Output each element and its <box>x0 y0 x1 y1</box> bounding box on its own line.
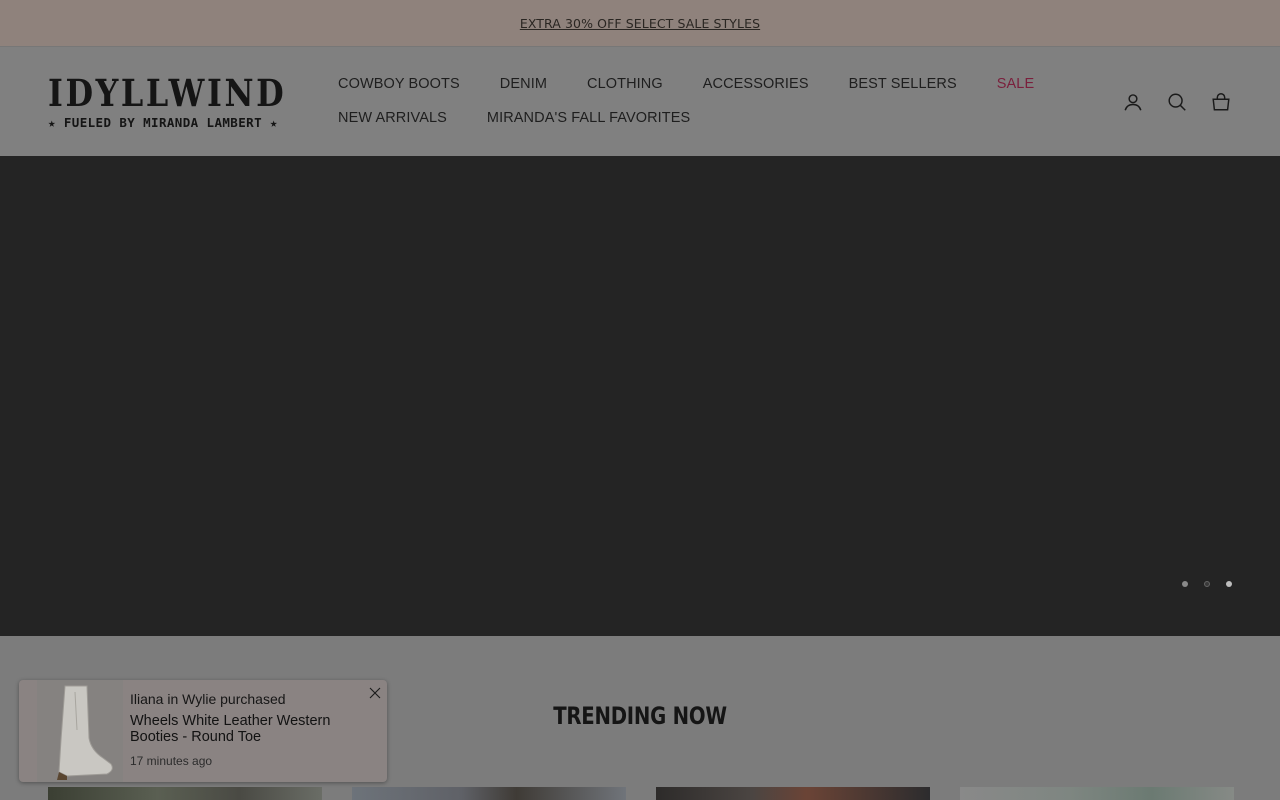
product-card[interactable] <box>352 787 626 800</box>
announcement-bar: EXTRA 30% OFF SELECT SALE STYLES <box>0 0 1280 46</box>
nav-row-secondary: NEW ARRIVALS MIRANDA'S FALL FAVORITES <box>338 110 730 126</box>
close-icon[interactable] <box>369 686 381 699</box>
nav-row-primary: COWBOY BOOTS DENIM CLOTHING ACCESSORIES … <box>338 76 1074 92</box>
product-card[interactable] <box>960 787 1234 800</box>
account-icon[interactable] <box>1122 91 1144 113</box>
product-card[interactable] <box>48 787 322 800</box>
logo-wordmark: IDYLLWIND <box>48 71 287 115</box>
nav-item-clothing[interactable]: CLOTHING <box>587 76 663 92</box>
carousel-dots <box>1182 581 1232 587</box>
announcement-link[interactable]: EXTRA 30% OFF SELECT SALE STYLES <box>520 16 760 31</box>
carousel-dot-2[interactable] <box>1204 581 1210 587</box>
carousel-dot-3[interactable] <box>1226 581 1232 587</box>
product-card[interactable] <box>656 787 930 800</box>
nav-item-best-sellers[interactable]: BEST SELLERS <box>849 76 957 92</box>
nav-item-sale[interactable]: SALE <box>997 76 1034 92</box>
hero-slideshow[interactable] <box>0 156 1280 636</box>
logo-tagline: ★ FUELED BY MIRANDA LAMBERT ★ <box>48 115 278 130</box>
nav-item-accessories[interactable]: ACCESSORIES <box>703 76 809 92</box>
nav-item-denim[interactable]: DENIM <box>500 76 547 92</box>
site-header: IDYLLWIND ★ FUELED BY MIRANDA LAMBERT ★ … <box>0 46 1280 156</box>
carousel-dot-1[interactable] <box>1182 581 1188 587</box>
nav-item-new-arrivals[interactable]: NEW ARRIVALS <box>338 110 447 126</box>
header-actions <box>1122 91 1232 113</box>
nav-item-cowboy-boots[interactable]: COWBOY BOOTS <box>338 76 460 92</box>
purchase-time: 17 minutes ago <box>130 754 213 768</box>
recent-purchase-popup[interactable]: Iliana in Wylie purchased Wheels White L… <box>19 680 387 782</box>
purchase-customer: Iliana in Wylie purchased <box>130 691 286 707</box>
product-thumbnail <box>37 680 123 782</box>
product-grid <box>48 787 1234 800</box>
search-icon[interactable] <box>1166 91 1188 113</box>
brand-logo[interactable]: IDYLLWIND ★ FUELED BY MIRANDA LAMBERT ★ <box>48 73 300 131</box>
purchase-product-name[interactable]: Wheels White Leather Western Booties - R… <box>130 713 360 745</box>
boot-image <box>37 680 123 782</box>
cart-icon[interactable] <box>1210 91 1232 113</box>
nav-item-fall-favorites[interactable]: MIRANDA'S FALL FAVORITES <box>487 110 690 126</box>
